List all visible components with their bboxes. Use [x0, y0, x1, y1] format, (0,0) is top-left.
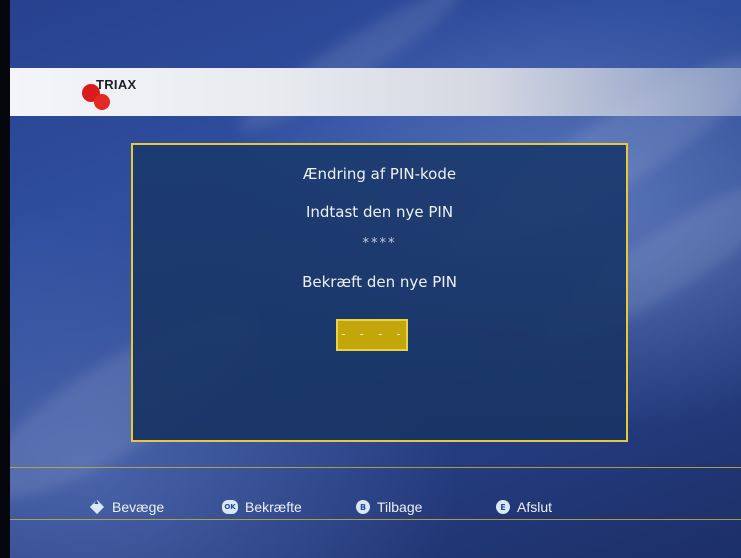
ok-button-icon: OK: [222, 500, 238, 514]
logo-red-dot: [94, 94, 110, 110]
footer-divider: [10, 519, 741, 520]
triax-logo: TRIAX: [80, 72, 160, 114]
hint-label: Afslut: [517, 499, 553, 515]
entered-pin-mask: ****: [362, 236, 397, 251]
tv-screen: TRIAX Ændring af PIN-kode Indtast den ny…: [0, 0, 741, 558]
pin-change-dialog: Ændring af PIN-kode Indtast den nye PIN …: [131, 143, 628, 442]
enter-new-pin-prompt: Indtast den nye PIN: [305, 203, 454, 221]
hint-label: Bevæge: [112, 499, 165, 515]
exit-button-icon: E: [496, 500, 510, 514]
footer-divider: [10, 467, 741, 468]
logo-wordmark: TRIAX: [96, 77, 137, 92]
dialog-title: Ændring af PIN-kode: [302, 165, 457, 183]
confirm-new-pin-prompt: Bekræft den nye PIN: [302, 273, 457, 291]
hint-back: B Tilbage: [356, 499, 422, 515]
arrow-keys-icon: [90, 499, 105, 515]
hint-label: Tilbage: [377, 499, 423, 515]
hint-exit: E Afslut: [496, 499, 552, 515]
back-button-icon: B: [356, 500, 370, 514]
hint-move: Bevæge: [90, 499, 165, 516]
hint-label: Bekræfte: [245, 499, 302, 515]
screen-border: [0, 0, 10, 558]
confirm-pin-input[interactable]: - - - -: [336, 319, 408, 351]
hint-confirm: OK Bekræfte: [222, 499, 302, 515]
